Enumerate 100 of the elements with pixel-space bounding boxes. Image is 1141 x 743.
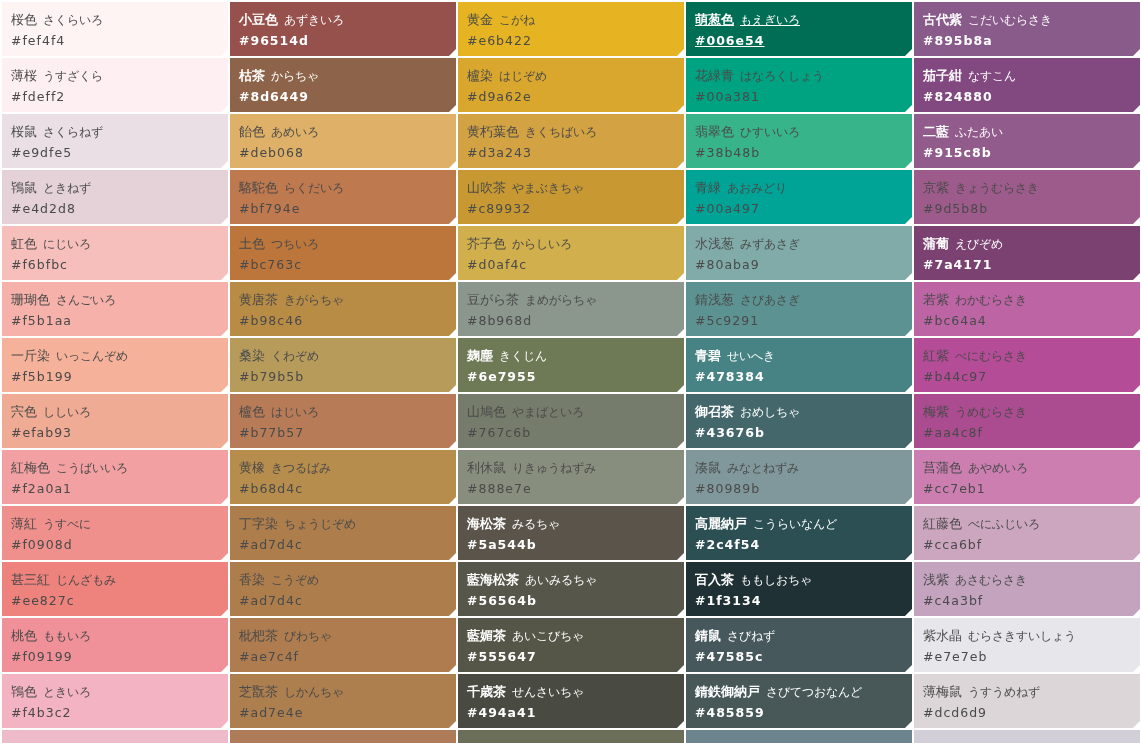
color-swatch[interactable]: 紅梅色 こうばいいろ #f2a0a1 bbox=[2, 450, 228, 504]
color-swatch[interactable]: 豆がら茶 まめがらちゃ #8b968d bbox=[458, 282, 684, 336]
color-swatch[interactable]: 高麗納戸 こうらいなんど #2c4f54 bbox=[686, 506, 912, 560]
color-name: 紅紫 bbox=[923, 347, 949, 365]
hex-code: #bf794e bbox=[239, 201, 301, 216]
color-swatch[interactable]: 枯茶 からちゃ #8d6449 bbox=[230, 58, 456, 112]
color-swatch[interactable]: 蒲葡 えびぞめ #7a4171 bbox=[914, 226, 1140, 280]
color-swatch[interactable]: 若紫 わかむらさき #bc64a4 bbox=[914, 282, 1140, 336]
color-swatch[interactable]: 桑染 くわぞめ #b79b5b bbox=[230, 338, 456, 392]
color-name: 浅紫 bbox=[923, 571, 949, 589]
color-swatch[interactable]: 錆鼠 さびねず #47585c bbox=[686, 618, 912, 672]
hex-code: #478384 bbox=[695, 369, 765, 384]
color-swatch[interactable]: 香染 こうぞめ #ad7d4c bbox=[230, 562, 456, 616]
color-swatch[interactable]: 桜鼠 さくらねず #e9dfe5 bbox=[2, 114, 228, 168]
color-swatch[interactable]: 浅紫 あさむらさき #c4a3bf bbox=[914, 562, 1140, 616]
color-swatch[interactable]: 萌葱色 もえぎいろ #006e54 bbox=[686, 2, 912, 56]
color-swatch[interactable]: 藍媚茶 あいこびちゃ #555647 bbox=[458, 618, 684, 672]
color-swatch[interactable]: 薄梅鼠 うすうめねず #dcd6d9 bbox=[914, 674, 1140, 728]
color-swatch[interactable]: 黄唐茶 きがらちゃ #b98c46 bbox=[230, 282, 456, 336]
color-swatch[interactable]: 御召茶 おめしちゃ #43676b bbox=[686, 394, 912, 448]
color-swatch[interactable]: 薄桜 うすざくら #fdeff2 bbox=[2, 58, 228, 112]
color-swatch[interactable]: 二藍 ふたあい #915c8b bbox=[914, 114, 1140, 168]
color-swatch[interactable]: 宍色 ししいろ #efab93 bbox=[2, 394, 228, 448]
color-swatch[interactable]: 茄子紺 なすこん #824880 bbox=[914, 58, 1140, 112]
color-swatch[interactable]: 芥子色 からしいろ #d0af4c bbox=[458, 226, 684, 280]
color-swatch[interactable]: 紅藤色 べにふじいろ #cca6bf bbox=[914, 506, 1140, 560]
color-swatch[interactable]: 駱駝色 らくだいろ #bf794e bbox=[230, 170, 456, 224]
color-swatch[interactable]: 丁字染 ちょうじぞめ #ad7d4c bbox=[230, 506, 456, 560]
color-swatch[interactable]: 土色 つちいろ #bc763c bbox=[230, 226, 456, 280]
hex-code: #b68d4c bbox=[239, 481, 304, 496]
color-name: 一斤染 bbox=[11, 347, 50, 365]
color-swatch[interactable]: 百入茶 ももしおちゃ #1f3134 bbox=[686, 562, 912, 616]
color-name: 香染 bbox=[239, 571, 265, 589]
color-swatch[interactable]: 甚三紅 じんざもみ #ee827c bbox=[2, 562, 228, 616]
color-swatch[interactable]: 青碧 せいへき #478384 bbox=[686, 338, 912, 392]
color-swatch[interactable]: 麹塵 きくじん #6e7955 bbox=[458, 338, 684, 392]
color-swatch[interactable]: 櫨染 はじぞめ #d9a62e bbox=[458, 58, 684, 112]
color-name: 土色 bbox=[239, 235, 265, 253]
hex-code: #cc7eb1 bbox=[923, 481, 986, 496]
hex-code: #6e7955 bbox=[467, 369, 537, 384]
hex-code: #f6bfbc bbox=[11, 257, 68, 272]
color-swatch[interactable]: 利休鼠 りきゅうねずみ #888e7e bbox=[458, 450, 684, 504]
color-reading: むらさきすいしょう bbox=[968, 628, 1076, 645]
color-swatch[interactable]: 黄金 こがね #e6b422 bbox=[458, 2, 684, 56]
color-reading: きくちばいろ bbox=[525, 124, 597, 141]
color-swatch[interactable]: 黄橡 きつるばみ #b68d4c bbox=[230, 450, 456, 504]
hex-code: #f2a0a1 bbox=[11, 481, 73, 496]
color-swatch[interactable]: 飴色 あめいろ #deb068 bbox=[230, 114, 456, 168]
color-swatch[interactable]: 珊瑚色 さんごいろ #f5b1aa bbox=[2, 282, 228, 336]
color-reading: ししいろ bbox=[43, 404, 91, 421]
color-reading: せいへき bbox=[727, 348, 775, 365]
color-reading: りきゅうねずみ bbox=[512, 460, 596, 477]
color-swatch[interactable]: 錆鉄御納戸 さびてつおなんど #485859 bbox=[686, 674, 912, 728]
color-swatch[interactable]: 湊鼠 みなとねずみ #80989b bbox=[686, 450, 912, 504]
color-swatch[interactable]: 鴇色 ときいろ #f4b3c2 bbox=[2, 674, 228, 728]
color-swatch[interactable]: 一斤染 いっこんぞめ #f5b199 bbox=[2, 338, 228, 392]
color-name: 翡翠色 bbox=[695, 123, 734, 141]
color-swatch[interactable]: 薄紅 うすべに #f0908d bbox=[2, 506, 228, 560]
hex-code: #824880 bbox=[923, 89, 993, 104]
color-swatch[interactable]: 枇杷茶 びわちゃ #ae7c4f bbox=[230, 618, 456, 672]
color-reading: うすうめねず bbox=[968, 684, 1040, 701]
color-swatch[interactable]: 翡翠色 ひすいいろ #38b48b bbox=[686, 114, 912, 168]
color-name: 藍海松茶 bbox=[467, 571, 519, 589]
color-name: 桜鼠 bbox=[11, 123, 37, 141]
color-swatch[interactable]: 山吹茶 やまぶきちゃ #c89932 bbox=[458, 170, 684, 224]
color-swatch[interactable]: 櫨色 はじいろ #b77b57 bbox=[230, 394, 456, 448]
hex-code: #c4a3bf bbox=[923, 593, 984, 608]
color-name: 錆鉄御納戸 bbox=[695, 683, 760, 701]
color-reading: みずあさぎ bbox=[740, 236, 800, 253]
color-swatch[interactable]: 鴇鼠 ときねず #e4d2d8 bbox=[2, 170, 228, 224]
color-swatch[interactable]: 紫水晶 むらさきすいしょう #e7e7eb bbox=[914, 618, 1140, 672]
color-swatch[interactable]: 花緑青 はなろくしょう #00a381 bbox=[686, 58, 912, 112]
color-name: 茄子紺 bbox=[923, 67, 962, 85]
hex-code: #aa4c8f bbox=[923, 425, 983, 440]
color-swatch[interactable]: 水浅葱 みずあさぎ #80aba9 bbox=[686, 226, 912, 280]
color-name: 桃色 bbox=[11, 627, 37, 645]
hex-code: #006e54 bbox=[695, 33, 765, 48]
color-swatch[interactable]: 海松茶 みるちゃ #5a544b bbox=[458, 506, 684, 560]
color-swatch[interactable]: 桃色 ももいろ #f09199 bbox=[2, 618, 228, 672]
color-swatch[interactable]: 芝翫茶 しかんちゃ #ad7e4e bbox=[230, 674, 456, 728]
color-name: 桑染 bbox=[239, 347, 265, 365]
color-reading: きつるばみ bbox=[271, 460, 331, 477]
color-reading: うすざくら bbox=[43, 68, 103, 85]
color-swatch[interactable]: 藍海松茶 あいみるちゃ #56564b bbox=[458, 562, 684, 616]
color-swatch[interactable]: 錆浅葱 さびあさぎ #5c9291 bbox=[686, 282, 912, 336]
color-swatch[interactable]: 古代紫 こだいむらさき #895b8a bbox=[914, 2, 1140, 56]
color-swatch[interactable]: 小豆色 あずきいろ #96514d bbox=[230, 2, 456, 56]
color-swatch[interactable]: 桜色 さくらいろ #fef4f4 bbox=[2, 2, 228, 56]
color-swatch[interactable]: 千歳茶 せんさいちゃ #494a41 bbox=[458, 674, 684, 728]
color-swatch[interactable]: 青緑 あおみどり #00a497 bbox=[686, 170, 912, 224]
color-reading: あいこびちゃ bbox=[512, 628, 584, 645]
color-swatch[interactable]: 菖蒲色 あやめいろ #cc7eb1 bbox=[914, 450, 1140, 504]
color-name: 二藍 bbox=[923, 123, 949, 141]
hex-code: #80989b bbox=[695, 481, 761, 496]
hex-code: #1f3134 bbox=[695, 593, 762, 608]
color-swatch[interactable]: 黄朽葉色 きくちばいろ #d3a243 bbox=[458, 114, 684, 168]
color-name: 枇杷茶 bbox=[239, 627, 278, 645]
color-name: 菖蒲色 bbox=[923, 459, 962, 477]
hex-code: #e7e7eb bbox=[923, 649, 988, 664]
color-swatch[interactable]: 虹色 にじいろ #f6bfbc bbox=[2, 226, 228, 280]
